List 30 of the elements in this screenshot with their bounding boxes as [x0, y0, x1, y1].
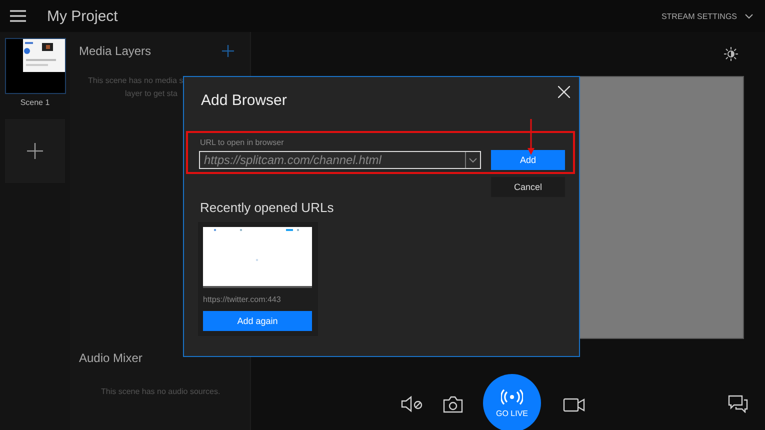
chevron-down-icon — [745, 14, 753, 18]
scene-label: Scene 1 — [20, 98, 50, 107]
brightness-icon[interactable] — [724, 47, 738, 61]
section-title: Recently opened URLs — [200, 200, 335, 215]
close-icon[interactable] — [558, 86, 570, 98]
camera-icon[interactable] — [443, 396, 463, 413]
plus-icon — [27, 143, 43, 159]
cancel-button[interactable]: Cancel — [491, 177, 565, 197]
empty-message: This scene has no audio sources. — [100, 387, 222, 396]
field-label: URL to open in browser — [200, 138, 285, 147]
scene-thumbnail[interactable] — [4, 38, 66, 94]
project-title: My Project — [47, 8, 118, 24]
go-live-button[interactable]: GO LIVE — [483, 374, 541, 430]
url-field[interactable]: https://splitcam.com/channel.html — [199, 151, 481, 169]
chevron-down-icon — [469, 158, 477, 162]
add-button[interactable]: Add — [491, 150, 565, 170]
plus-icon[interactable] — [222, 45, 234, 57]
chat-icon[interactable] — [728, 395, 748, 413]
empty-message: layer to get sta — [124, 89, 178, 98]
recent-url: https://twitter.com:443 — [203, 295, 282, 304]
panel-title: Media Layers — [79, 44, 152, 58]
empty-message: This scene has no media s — [87, 76, 184, 85]
add-again-button[interactable]: Add again — [203, 311, 312, 331]
panel-title: Audio Mixer — [79, 351, 144, 365]
broadcast-icon — [501, 388, 523, 404]
dialog-title: Add Browser — [201, 92, 287, 109]
stream-settings-button[interactable]: STREAM SETTINGS — [659, 10, 755, 22]
menu-icon[interactable] — [10, 10, 26, 22]
video-camera-icon[interactable] — [563, 398, 585, 412]
speaker-muted-icon[interactable] — [401, 395, 423, 413]
